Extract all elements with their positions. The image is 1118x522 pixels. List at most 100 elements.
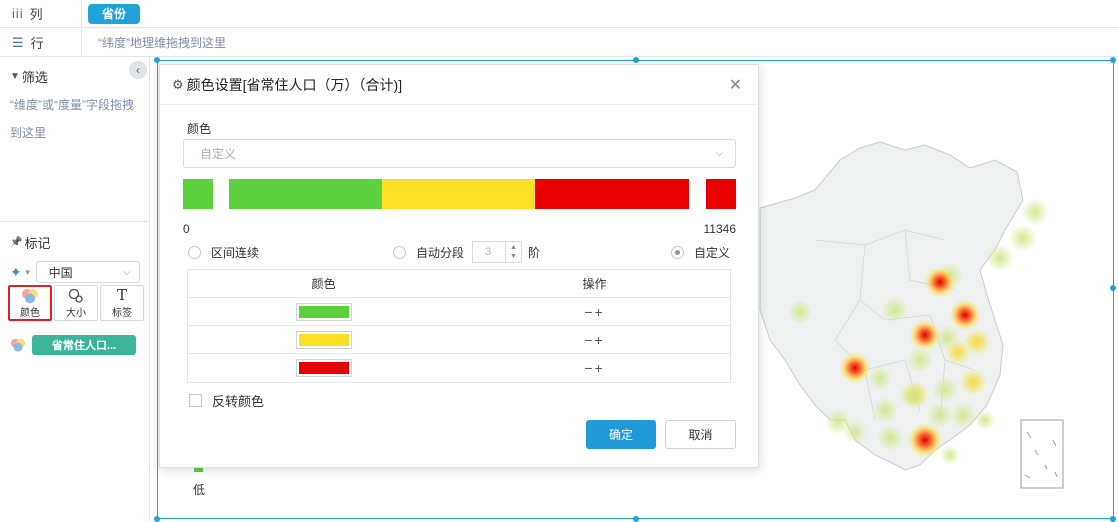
reverse-colors-checkbox[interactable] (189, 394, 202, 407)
map-chart-type-icon[interactable]: ✦ (10, 264, 22, 281)
column-bars-icon: iii (12, 6, 24, 21)
range-max-value: 11346 (703, 222, 736, 236)
color-field-row: 省常住人口... (10, 335, 136, 355)
size-circles-icon (68, 288, 83, 303)
min-color-swatch[interactable] (183, 179, 213, 209)
table-header: 颜色 操作 (188, 270, 730, 298)
mode-auto-radio[interactable] (393, 245, 406, 259)
auto-steps-value: 3 (485, 246, 492, 258)
marks-title-text: 标记 (24, 236, 51, 251)
text-label-icon: T (116, 286, 127, 304)
size-mark-button[interactable]: 大小 (54, 285, 98, 321)
reverse-colors-label: 反转颜色 (212, 394, 265, 409)
color-palette-icon (22, 288, 38, 303)
size-mark-label: 大小 (66, 307, 86, 319)
reverse-colors-option[interactable]: 反转颜色 (189, 391, 264, 410)
columns-label-text: 列 (29, 7, 43, 22)
left-panel: ▼ 筛选 ‹ “维度”或“度量”字段拖拽到这里 📌 标记 ✦ ▼ 中国 ⌵ 颜色 (0, 57, 150, 522)
chevron-down-icon: ⌵ (715, 148, 723, 159)
panel-divider (0, 221, 150, 222)
marks-title: 📌 标记 (10, 233, 50, 252)
map-region-select[interactable]: 中国 ⌵ (35, 261, 140, 283)
max-color-swatch[interactable] (706, 179, 736, 209)
header-operation: 操作 (582, 277, 607, 291)
resize-handle-bottom-mid[interactable] (633, 516, 639, 522)
mode-custom-option[interactable]: 自定义 (671, 244, 730, 261)
table-row: −+ (188, 326, 730, 354)
rows-label-text: 行 (30, 36, 44, 51)
confirm-button[interactable]: 确定 (586, 420, 656, 449)
color-stop-picker-green[interactable] (295, 302, 352, 321)
chevron-down-icon: ⌵ (123, 266, 131, 278)
color-settings-dialog: ⚙ 颜色设置[省常住人口（万）（合计)] ✕ 颜色 自定义 ⌵ 0 11346 … (159, 64, 759, 468)
filter-title-text: 筛选 (21, 70, 48, 85)
stepper-down-icon[interactable]: ▼ (510, 252, 517, 261)
header-color: 颜色 (311, 277, 336, 291)
color-mark-label: 颜色 (20, 307, 40, 319)
resize-handle-top-left[interactable] (154, 57, 160, 63)
auto-steps-unit: 阶 (528, 245, 541, 260)
columns-shelf: iii 列 省份 (0, 0, 1118, 28)
mode-auto-option[interactable]: 自动分段 3 ▲ ▼ 阶 (393, 241, 540, 263)
rows-drop-hint: “纬度”地理维拖拽到这里 (98, 36, 226, 50)
rows-shelf-label: ☰ 行 (0, 29, 82, 56)
mode-auto-label: 自动分段 (416, 245, 465, 260)
list-rows-icon: ☰ (12, 34, 25, 50)
legend-low-label: 低 (193, 483, 206, 497)
color-mark-button[interactable]: 颜色 (8, 285, 52, 321)
dialog-header: ⚙ 颜色设置[省常住人口（万）（合计)] ✕ (160, 65, 758, 105)
china-heat-map[interactable] (755, 120, 1115, 520)
mark-buttons: 颜色 大小 T 标签 (8, 285, 144, 321)
filter-title: ▼ 筛选 (10, 67, 48, 86)
stepper-up-icon[interactable]: ▲ (510, 243, 517, 252)
collapse-panel-button[interactable]: ‹ (129, 61, 147, 79)
mode-continuous-label: 区间连续 (211, 246, 260, 260)
auto-steps-stepper[interactable]: 3 ▲ ▼ (472, 241, 523, 263)
stepper-arrows[interactable]: ▲ ▼ (505, 242, 521, 262)
label-mark-button[interactable]: T 标签 (100, 285, 144, 321)
gradient-green-segment[interactable] (229, 179, 382, 209)
label-mark-label: 标签 (112, 308, 132, 319)
population-field-pill[interactable]: 省常住人口... (32, 335, 136, 355)
table-row: −+ (188, 354, 730, 382)
color-scheme-select[interactable]: 自定义 ⌵ (183, 139, 736, 168)
resize-handle-top-right[interactable] (1110, 57, 1116, 63)
close-icon[interactable]: ✕ (729, 75, 742, 95)
mode-custom-radio[interactable] (671, 246, 684, 259)
row-operations[interactable]: −+ (459, 304, 730, 320)
range-min-value: 0 (183, 222, 190, 236)
mode-custom-label: 自定义 (694, 246, 731, 260)
resize-handle-bottom-left[interactable] (154, 516, 160, 522)
pin-icon: 📌 (10, 237, 23, 248)
funnel-icon: ▼ (10, 71, 20, 82)
gradient-yellow-segment[interactable] (382, 179, 535, 209)
color-palette-icon (10, 338, 26, 352)
color-stop-picker-red[interactable] (295, 359, 352, 377)
row-operations[interactable]: −+ (459, 332, 730, 348)
mode-continuous-option[interactable]: 区间连续 (188, 244, 259, 261)
gradient-red-segment[interactable] (535, 179, 689, 209)
mode-continuous-radio[interactable] (188, 246, 201, 259)
color-stops-table: 颜色 操作 −+ −+ −+ (187, 269, 731, 383)
chart-type-row: ✦ ▼ 中国 ⌵ (10, 261, 140, 283)
gear-icon: ⚙ (172, 76, 184, 92)
table-row: −+ (188, 298, 730, 326)
columns-shelf-label: iii 列 (0, 0, 82, 27)
resize-handle-top-mid[interactable] (633, 57, 639, 63)
south-china-sea-inset (1020, 419, 1064, 489)
color-scheme-value: 自定义 (200, 147, 237, 161)
filter-drop-zone[interactable]: “维度”或“度量”字段拖拽到这里 (10, 91, 138, 147)
color-cell (188, 359, 459, 377)
color-stop-picker-yellow[interactable] (295, 330, 352, 349)
chart-type-caret-icon[interactable]: ▼ (24, 268, 32, 277)
province-field-pill[interactable]: 省份 (88, 3, 140, 24)
map-region-value: 中国 (48, 265, 73, 280)
color-label: 颜色 (187, 122, 212, 136)
cancel-button[interactable]: 取消 (665, 420, 736, 449)
dialog-title: 颜色设置[省常住人口（万）（合计)] (186, 76, 403, 93)
color-cell (188, 302, 459, 321)
inset-islands (1024, 431, 1058, 479)
row-operations[interactable]: −+ (459, 360, 730, 376)
color-cell (188, 330, 459, 349)
rows-shelf[interactable]: ☰ 行 “纬度”地理维拖拽到这里 (0, 29, 1118, 57)
